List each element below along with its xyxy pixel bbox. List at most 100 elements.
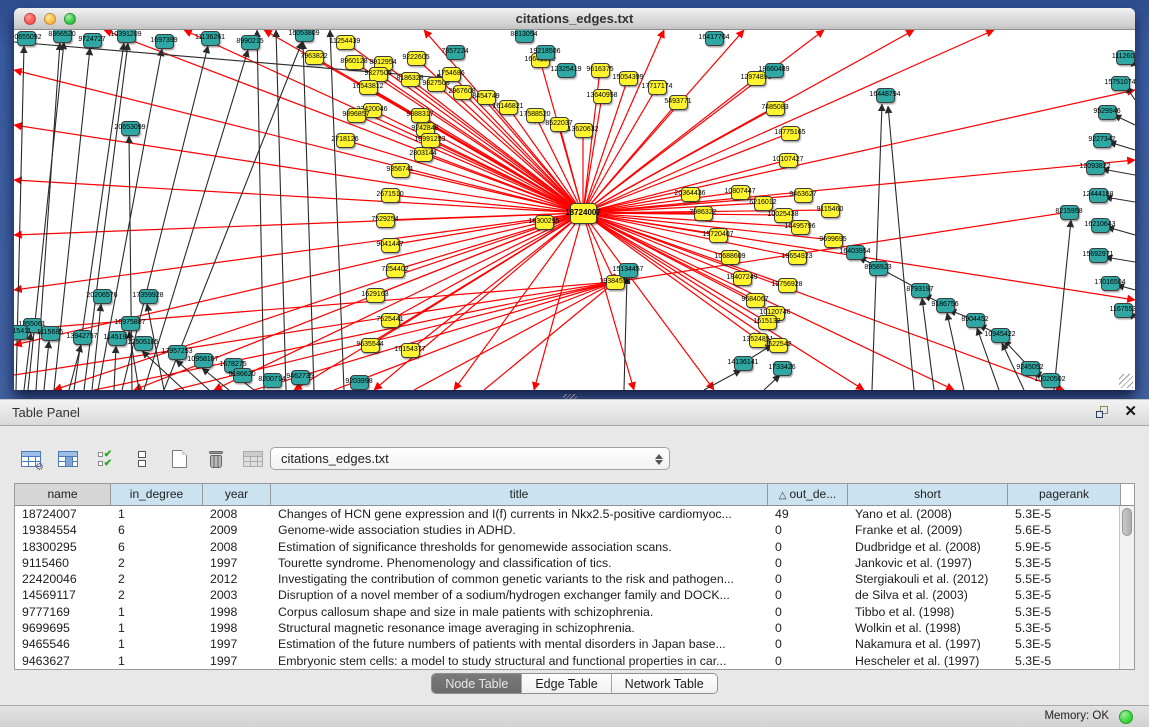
graph-node-8958923[interactable] (869, 261, 888, 276)
graph-node-10945422[interactable] (991, 328, 1010, 343)
graph-node-12093822[interactable] (1086, 160, 1105, 175)
column-header-out_degree[interactable]: △out_de... (768, 484, 848, 505)
graph-node-9115460[interactable] (821, 203, 840, 218)
graph-node-18775165[interactable] (781, 126, 800, 141)
graph-node-17717174[interactable] (648, 80, 667, 95)
graph-node-9203998[interactable] (350, 375, 369, 390)
graph-node-8200714[interactable] (263, 373, 282, 388)
graph-node-9186756[interactable] (936, 298, 955, 313)
delete-table-icon[interactable] (203, 447, 229, 471)
column-header-year[interactable]: year (203, 484, 271, 505)
column-header-name[interactable]: name (15, 484, 111, 505)
graph-node-10391209[interactable] (117, 30, 136, 43)
graph-node-19654923[interactable] (788, 250, 807, 265)
graph-node-7529254[interactable] (376, 213, 395, 228)
graph-node-13524851[interactable] (749, 333, 768, 348)
network-canvas[interactable]: 1872400779638228960128891295492226059327… (14, 30, 1135, 390)
graph-node-15054399[interactable] (619, 71, 638, 86)
graph-node-14136141[interactable] (734, 356, 753, 371)
tab-edge-table[interactable]: Edge Table (522, 674, 611, 693)
graph-node-8960128[interactable] (345, 55, 364, 70)
graph-node-10020502[interactable] (1041, 373, 1060, 388)
table-row[interactable]: 1830029562008Estimation of significance … (15, 539, 1134, 555)
graph-node-8186328[interactable] (401, 72, 420, 87)
graph-node-16146821[interactable] (499, 100, 518, 115)
table-row[interactable]: 911546021997Tourette syndrome. Phenomeno… (15, 555, 1134, 571)
graph-node-1733426[interactable] (773, 361, 792, 376)
graph-node-6216012[interactable] (754, 196, 773, 211)
graph-node-16154377[interactable] (401, 343, 420, 358)
import-table-icon[interactable] (240, 447, 266, 471)
graph-node-12444188[interactable] (1089, 188, 1108, 203)
graph-node-10991253[interactable] (421, 133, 440, 148)
column-header-short[interactable]: short (848, 484, 1008, 505)
graph-node-16495796[interactable] (791, 220, 810, 235)
graph-node-18300295[interactable] (535, 215, 554, 230)
graph-node-12974893[interactable] (747, 71, 766, 86)
graph-node-1167553[interactable] (1114, 303, 1133, 318)
column-header-pagerank[interactable]: pagerank (1008, 484, 1121, 505)
graph-node-10958107[interactable] (194, 353, 213, 368)
graph-node-16543812[interactable] (359, 80, 378, 95)
table-settings-icon[interactable]: ⚙ (18, 447, 44, 471)
graph-node-1629163[interactable] (366, 288, 385, 303)
graph-node-1112603[interactable] (1116, 50, 1135, 65)
table-scrollbar[interactable] (1119, 506, 1134, 669)
graph-node-13640958[interactable] (593, 89, 612, 104)
graph-node-19218506[interactable] (536, 45, 555, 60)
scrollbar-thumb[interactable] (1122, 508, 1132, 536)
graph-node-13620632[interactable] (574, 123, 593, 138)
table-row[interactable]: 1456911722003Disruption of a novel membe… (15, 587, 1134, 603)
graph-node-12505185[interactable] (134, 336, 153, 351)
table-row[interactable]: 969969511998Structural magnetic resonanc… (15, 620, 1134, 636)
graph-node-1697399[interactable] (155, 34, 174, 49)
create-table-icon[interactable] (166, 447, 192, 471)
table-row[interactable]: 946554611997Estimation of the future num… (15, 636, 1134, 652)
graph-node-7525441[interactable] (381, 313, 400, 328)
zoom-window-button[interactable] (64, 13, 76, 25)
graph-node-9699695[interactable] (824, 233, 843, 248)
graph-node-9462735[interactable] (291, 370, 310, 385)
table-row[interactable]: 1938455462009Genome-wide association stu… (15, 522, 1134, 538)
graph-node-8990215[interactable] (241, 35, 260, 50)
graph-node-15692971[interactable] (1089, 248, 1108, 263)
graph-node-9245052[interactable] (1021, 361, 1040, 376)
table-selector-dropdown[interactable]: citations_edges.txt (270, 447, 670, 470)
graph-node-9186620[interactable] (233, 368, 252, 383)
graph-node-9888317[interactable] (411, 108, 430, 123)
graph-node-11136261[interactable] (201, 31, 220, 46)
graph-node-9724727[interactable] (83, 33, 102, 48)
graph-node-2803144[interactable] (414, 147, 433, 162)
graph-node-2718126[interactable] (336, 133, 355, 148)
graph-node-12325419[interactable] (557, 63, 576, 78)
graph-node-16053809[interactable] (295, 30, 314, 42)
show-columns-icon[interactable] (55, 447, 81, 471)
graph-node-7485083[interactable] (766, 101, 785, 116)
graph-node-19756928[interactable] (778, 278, 797, 293)
graph-node-10688609[interactable] (721, 250, 740, 265)
graph-node-16448794[interactable] (876, 88, 895, 103)
graph-node-10025438[interactable] (774, 208, 793, 223)
graph-node-9529946[interactable] (1098, 105, 1117, 120)
graph-node-8904452[interactable] (966, 313, 985, 328)
graph-node-20364436[interactable] (681, 187, 700, 202)
graph-node-15134457[interactable] (619, 263, 638, 278)
graph-node-20653099[interactable] (121, 121, 140, 136)
graph-node-9896857[interactable] (347, 108, 366, 123)
tab-network-table[interactable]: Network Table (612, 674, 717, 693)
graph-node-1754686[interactable] (442, 67, 461, 82)
graph-node-1145194[interactable] (108, 331, 127, 346)
graph-node-5493771[interactable] (669, 95, 688, 110)
close-panel-icon[interactable]: ✕ (1124, 405, 1137, 419)
column-header-title[interactable]: title (271, 484, 768, 505)
graph-node-8522037[interactable] (550, 117, 569, 132)
graph-node-16403954[interactable] (846, 245, 865, 260)
graph-node-20206576[interactable] (93, 289, 112, 304)
graph-node-9684067[interactable] (746, 293, 765, 308)
graph-node-8215958[interactable] (1060, 205, 1079, 220)
graph-node-8793197[interactable] (911, 283, 930, 298)
graph-node-1615132[interactable] (758, 315, 777, 330)
graph-node-9222605[interactable] (407, 51, 426, 66)
window-titlebar[interactable]: citations_edges.txt (14, 8, 1135, 30)
graph-node-8813054[interactable] (515, 30, 534, 43)
